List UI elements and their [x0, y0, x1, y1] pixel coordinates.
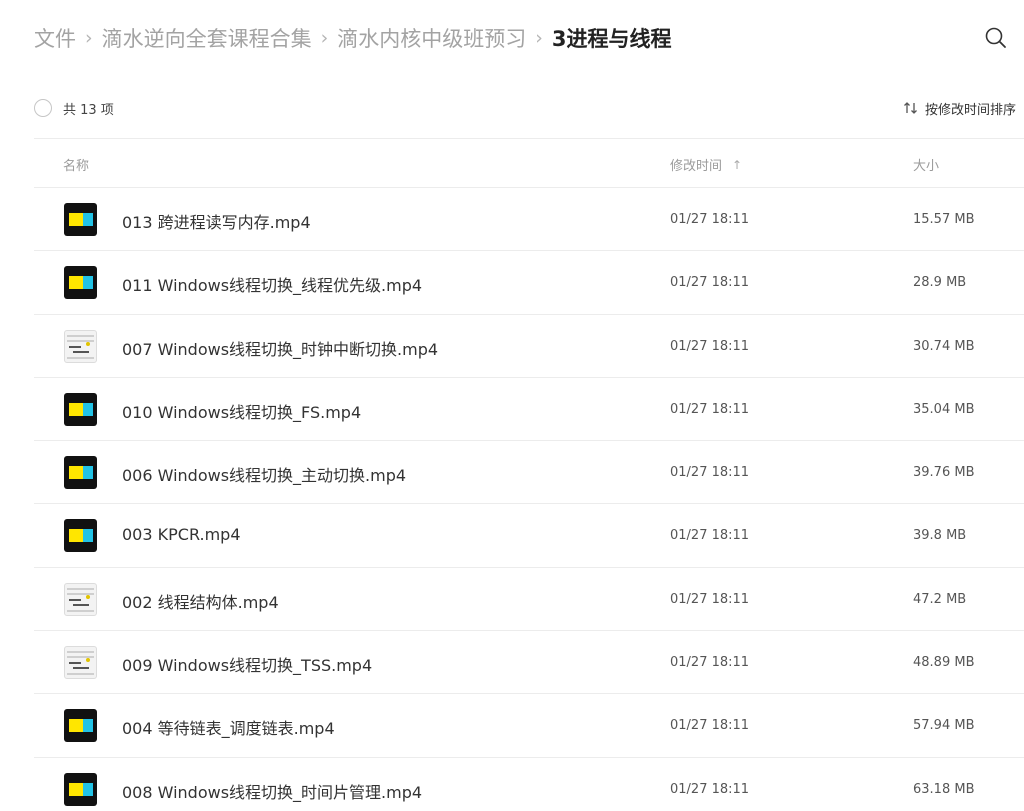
file-modified-time: 01/27 18:11	[670, 528, 750, 544]
file-size: 30.74 MB	[913, 338, 975, 354]
breadcrumb-separator: ›	[85, 27, 93, 49]
breadcrumb-separator: ›	[535, 27, 543, 49]
file-size: 15.57 MB	[913, 212, 975, 227]
video-thumbnail-icon	[64, 519, 97, 553]
screenshot-thumbnail-icon	[64, 329, 97, 363]
sort-button[interactable]: 按修改时间排序	[903, 96, 1016, 120]
search-icon	[985, 27, 1006, 48]
toolbar: 共 13 项 按修改时间排序	[34, 96, 1024, 120]
file-size: 57.94 MB	[913, 718, 975, 734]
table-row[interactable]: 003 KPCR.mp4 01/27 18:11 39.8 MB	[34, 504, 1024, 568]
file-list: 013 跨进程读写内存.mp4 01/27 18:11 15.57 MB 011 Wi…	[34, 188, 1024, 811]
file-name[interactable]: 009 Windows线程切换_TSS.mp4	[122, 652, 372, 676]
sort-arrows-icon	[904, 102, 917, 114]
file-modified-time: 01/27 18:11	[670, 465, 750, 481]
table-header: 名称 修改时间 ↑ 大小	[34, 138, 1024, 188]
file-name[interactable]: 013 跨进程读写内存.mp4	[122, 209, 311, 233]
table-row[interactable]: 008 Windows线程切换_时间片管理.mp4 01/27 18:11 63.1…	[34, 758, 1024, 811]
file-modified-time: 01/27 18:11	[670, 781, 750, 797]
video-thumbnail-icon	[64, 709, 97, 743]
column-header-modified[interactable]: 修改时间 ↑	[670, 155, 743, 175]
video-thumbnail-icon	[64, 456, 97, 490]
file-modified-time: 01/27 18:11	[670, 591, 750, 607]
column-header-size[interactable]: 大小	[913, 155, 939, 174]
sort-label: 按修改时间排序	[924, 102, 1016, 118]
breadcrumb-item-kernel-preview[interactable]: 滴水内核中级班预习	[337, 23, 526, 53]
file-name[interactable]: 003 KPCR.mp4	[122, 525, 241, 544]
breadcrumb-item-files[interactable]: 文件	[34, 23, 76, 53]
file-modified-time: 01/27 18:11	[670, 655, 750, 671]
table-row[interactable]: 007 Windows线程切换_时钟中断切换.mp4 01/27 18:11 30.…	[34, 315, 1024, 378]
table-row[interactable]: 011 Windows线程切换_线程优先级.mp4 01/27 18:11 28.9…	[34, 251, 1024, 315]
screenshot-thumbnail-icon	[64, 582, 97, 616]
file-name[interactable]: 004 等待链表_调度链表.mp4	[122, 715, 335, 739]
table-row[interactable]: 010 Windows线程切换_FS.mp4 01/27 18:11 35.04 M…	[34, 378, 1024, 442]
screenshot-thumbnail-icon	[64, 646, 97, 680]
file-modified-time: 01/27 18:11	[670, 275, 750, 291]
item-count: 共 13 项	[63, 102, 114, 118]
video-thumbnail-icon	[64, 266, 97, 300]
file-name[interactable]: 010 Windows线程切换_FS.mp4	[122, 399, 361, 423]
file-size: 48.89 MB	[913, 655, 975, 671]
file-modified-time: 01/27 18:11	[670, 401, 750, 417]
table-row[interactable]: 009 Windows线程切换_TSS.mp4 01/27 18:11 48.89 …	[34, 631, 1024, 695]
table-row[interactable]: 013 跨进程读写内存.mp4 01/27 18:11 15.57 MB	[34, 188, 1024, 252]
file-size: 47.2 MB	[913, 591, 967, 607]
select-all-checkbox[interactable]	[34, 99, 52, 117]
sort-ascending-icon: ↑	[732, 157, 743, 172]
file-name[interactable]: 002 线程结构体.mp4	[122, 589, 279, 613]
file-name[interactable]: 011 Windows线程切换_线程优先级.mp4	[122, 272, 422, 296]
column-header-modified-label: 修改时间	[670, 159, 723, 174]
file-size: 39.8 MB	[913, 528, 967, 544]
file-name[interactable]: 007 Windows线程切换_时钟中断切换.mp4	[122, 336, 438, 360]
file-size: 28.9 MB	[913, 275, 967, 291]
file-name[interactable]: 008 Windows线程切换_时间片管理.mp4	[122, 779, 422, 803]
video-thumbnail-icon	[64, 772, 97, 806]
column-header-name[interactable]: 名称	[63, 155, 89, 174]
file-size: 63.18 MB	[913, 781, 975, 797]
table-row[interactable]: 006 Windows线程切换_主动切换.mp4 01/27 18:11 39.76…	[34, 441, 1024, 505]
file-size: 39.76 MB	[913, 465, 975, 481]
breadcrumb-separator: ›	[320, 27, 329, 49]
file-size: 35.04 MB	[913, 401, 975, 417]
file-modified-time: 01/27 18:11	[670, 338, 750, 354]
breadcrumb-item-course-collection[interactable]: 滴水逆向全套课程合集	[102, 23, 312, 53]
table-row[interactable]: 004 等待链表_调度链表.mp4 01/27 18:11 57.94 MB	[34, 694, 1024, 758]
table-row[interactable]: 002 线程结构体.mp4 01/27 18:11 47.2 MB	[34, 568, 1024, 632]
video-thumbnail-icon	[64, 392, 97, 426]
search-button[interactable]	[983, 25, 1009, 51]
file-name[interactable]: 006 Windows线程切换_主动切换.mp4	[122, 462, 406, 486]
breadcrumb: 文件 › 滴水逆向全套课程合集 › 滴水内核中级班预习 › 3进程与线程	[34, 22, 671, 54]
file-modified-time: 01/27 18:11	[670, 718, 750, 734]
file-modified-time: 01/27 18:11	[670, 212, 750, 227]
video-thumbnail-icon	[64, 203, 97, 236]
breadcrumb-current-folder: 3进程与线程	[551, 27, 672, 51]
